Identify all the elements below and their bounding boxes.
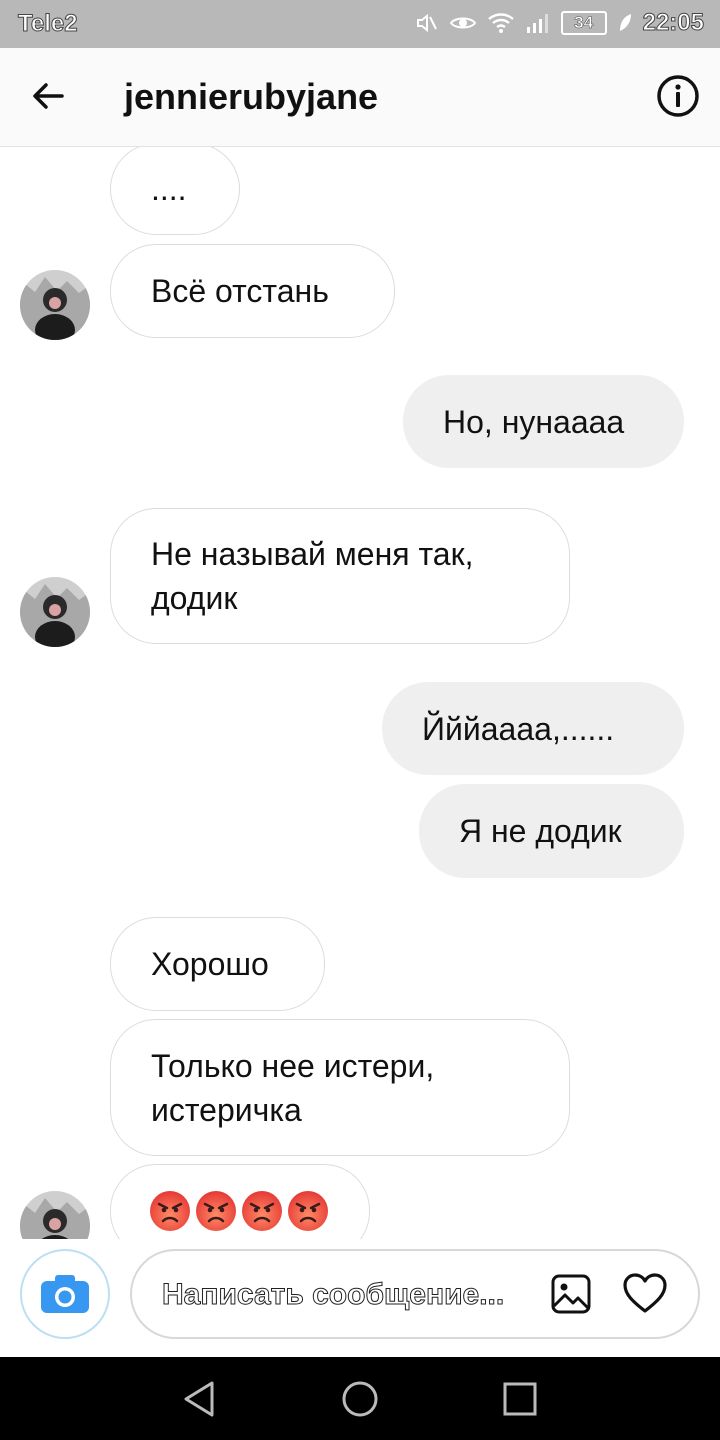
emoji-row: [149, 1190, 329, 1232]
message-bubble-incoming[interactable]: Только нее истери, истеричка: [110, 1019, 570, 1156]
camera-button[interactable]: [20, 1249, 110, 1339]
heart-icon[interactable]: [622, 1271, 668, 1317]
contact-avatar[interactable]: [20, 270, 90, 340]
angry-face-icon: [150, 1191, 190, 1231]
status-icons: 34 22:05: [415, 9, 705, 37]
message-input[interactable]: [160, 1251, 534, 1339]
nav-back-icon[interactable]: [180, 1379, 220, 1419]
gallery-icon[interactable]: [550, 1273, 592, 1315]
chat-header: jennierubyjane: [0, 48, 720, 147]
message-bubble-outgoing[interactable]: Йййаааа,......: [382, 682, 684, 775]
carrier-name: Tele2: [18, 10, 79, 38]
message-thread[interactable]: .... Всё отстань Но, нунаааа Не называй …: [0, 147, 720, 1239]
angry-face-icon: [288, 1191, 328, 1231]
contact-avatar[interactable]: [20, 577, 90, 647]
signal-icon: [526, 14, 548, 33]
chat-username[interactable]: jennierubyjane: [124, 76, 378, 118]
message-bubble-outgoing[interactable]: Я не додик: [419, 784, 684, 878]
message-bubble-incoming[interactable]: Не называй меня так, додик: [110, 508, 570, 644]
message-bubble-incoming[interactable]: Всё отстань: [110, 244, 395, 338]
message-bubble-incoming[interactable]: Хорошо: [110, 917, 325, 1011]
message-bubble-incoming[interactable]: ....: [110, 147, 240, 235]
battery-icon: 34: [560, 11, 607, 35]
back-arrow-icon[interactable]: [26, 74, 70, 118]
nav-home-icon[interactable]: [340, 1379, 380, 1419]
message-composer: [0, 1239, 720, 1357]
message-bubble-incoming[interactable]: [110, 1164, 370, 1239]
message-text: Всё отстань: [151, 273, 329, 309]
mute-icon: [416, 13, 437, 33]
camera-icon: [41, 1275, 89, 1313]
message-input-container: [130, 1249, 700, 1339]
message-text: Но, нунаааа: [443, 403, 625, 440]
angry-face-icon: [196, 1191, 236, 1231]
nav-recents-icon[interactable]: [500, 1379, 540, 1419]
info-icon[interactable]: [656, 74, 700, 118]
eye-icon: [449, 17, 476, 29]
contact-avatar[interactable]: [20, 1191, 90, 1239]
leaf-icon: [619, 14, 631, 31]
message-text: Не называй меня так, додик: [151, 536, 474, 616]
message-text: Только нее истери, истеричка: [151, 1047, 435, 1128]
message-text: Хорошо: [151, 946, 269, 982]
message-text: Я не додик: [459, 813, 622, 849]
status-bar: Tele2 34 22:05: [0, 0, 720, 48]
system-nav-bar: [0, 1357, 720, 1440]
message-text: ....: [151, 171, 187, 207]
wifi-icon: [487, 13, 514, 33]
message-text: Йййаааа,......: [422, 710, 615, 747]
angry-face-icon: [242, 1191, 282, 1231]
clock: 22:05: [642, 9, 704, 37]
message-bubble-outgoing[interactable]: Но, нунаааа: [403, 375, 684, 468]
